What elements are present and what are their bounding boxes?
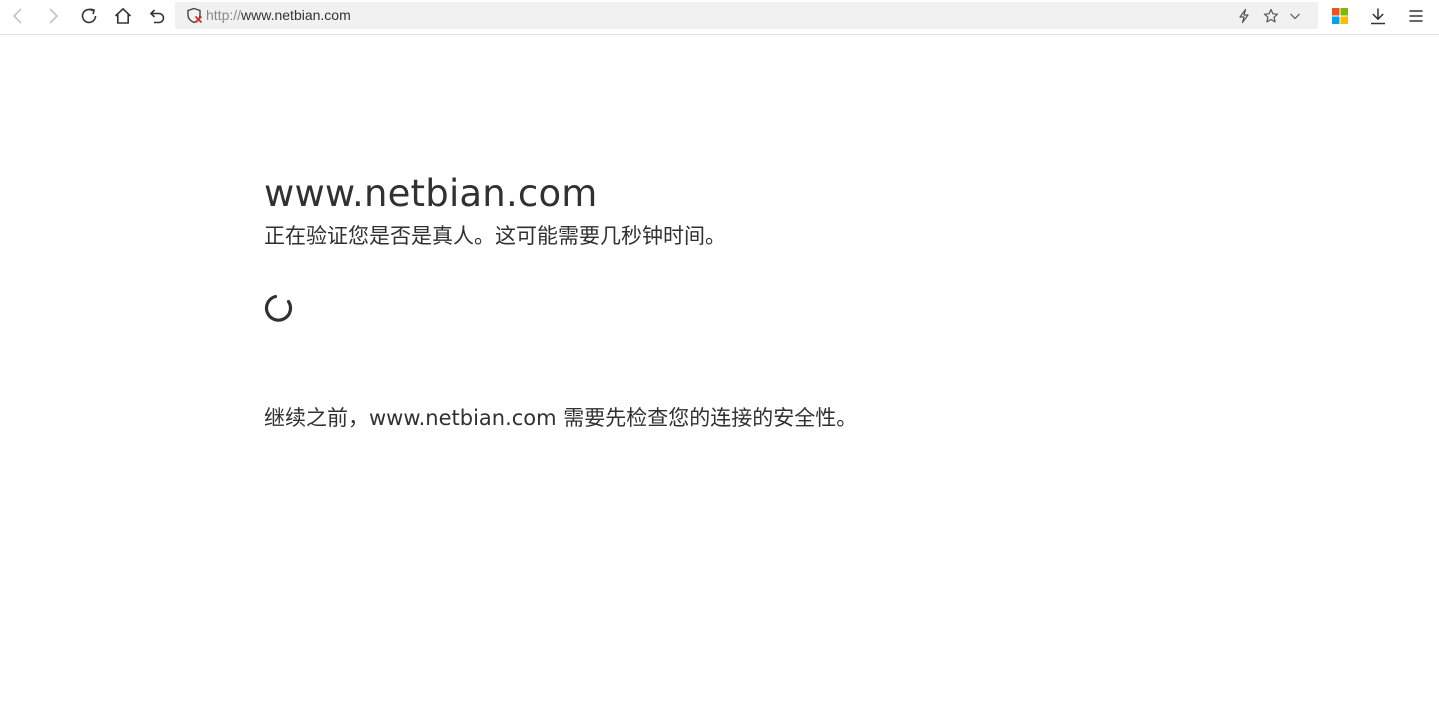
bookmark-star-button[interactable] [1262, 7, 1280, 25]
challenge-content: www.netbian.com 正在验证您是否是真人。这可能需要几秒钟时间。 继… [264, 168, 1164, 430]
security-check-notice: 继续之前，www.netbian.com 需要先检查您的连接的安全性。 [264, 406, 858, 430]
home-icon [114, 8, 132, 24]
undo-icon [149, 9, 165, 24]
forward-arrow-icon [49, 8, 59, 24]
address-dropdown-button[interactable] [1286, 7, 1304, 25]
chevron-down-icon [1290, 13, 1300, 20]
downloads-button[interactable] [1364, 3, 1392, 29]
page-title: www.netbian.com [264, 172, 598, 215]
insecure-shield-icon[interactable] [186, 7, 203, 24]
back-button[interactable] [4, 3, 32, 29]
reload-icon [81, 8, 97, 24]
url-text[interactable]: http://www.netbian.com [206, 7, 351, 24]
address-bar[interactable]: http://www.netbian.com [175, 2, 1318, 29]
lightning-button[interactable] [1235, 7, 1253, 25]
lightning-icon [1239, 8, 1249, 24]
star-icon [1263, 8, 1279, 23]
verification-message: 正在验证您是否是真人。这可能需要几秒钟时间。 [264, 224, 726, 248]
url-host: www.netbian.com [241, 7, 351, 23]
home-button[interactable] [109, 3, 137, 29]
apps-grid-icon [1332, 8, 1348, 24]
forward-button[interactable] [39, 3, 67, 29]
apps-button[interactable] [1326, 3, 1354, 29]
reload-button[interactable] [75, 3, 103, 29]
hamburger-menu-icon [1409, 10, 1423, 22]
url-protocol: http:// [206, 7, 242, 23]
undo-close-tab-button[interactable] [143, 3, 171, 29]
browser-toolbar: http://www.netbian.com [0, 0, 1439, 35]
back-arrow-icon [12, 8, 22, 24]
main-menu-button[interactable] [1402, 3, 1430, 29]
loading-spinner-icon [264, 294, 293, 322]
download-icon [1371, 8, 1385, 25]
